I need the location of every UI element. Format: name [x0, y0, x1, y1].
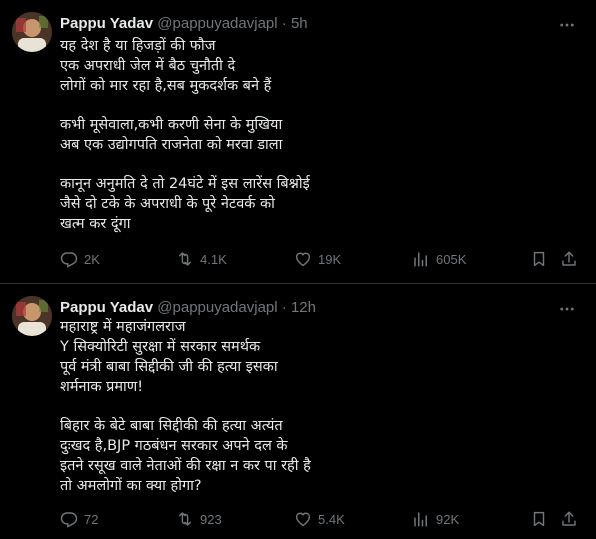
- tweet-header: Pappu Yadav @pappuyadavjapl · 12h: [60, 298, 556, 318]
- view-count: 605K: [436, 251, 467, 267]
- like-button[interactable]: 5.4K: [294, 508, 345, 530]
- tweet-text-line: कभी मूसेवाला,कभी करणी सेना के मुखिया: [60, 117, 283, 133]
- heart-icon: [295, 252, 311, 267]
- separator-dot: ·: [281, 299, 287, 316]
- tweet-text-line: महाराष्ट्र में महाजंगलराज: [60, 319, 186, 335]
- share-button[interactable]: [560, 248, 578, 270]
- author-name[interactable]: Pappu Yadav: [60, 15, 153, 32]
- avatar[interactable]: [12, 296, 52, 336]
- separator-dot: ·: [281, 15, 287, 32]
- heart-icon: [295, 512, 311, 527]
- tweet-text-line: पूर्व मंत्री बाबा सिद्दीकी जी की हत्या इ…: [60, 359, 278, 375]
- more-button[interactable]: [556, 298, 578, 320]
- avatar-image: [12, 12, 52, 52]
- view-count: 92K: [436, 511, 460, 527]
- tweet-text-line: यह देश है या हिजड़ों की फौज: [60, 38, 216, 54]
- repost-button[interactable]: 4.1K: [176, 248, 227, 270]
- tweet-text: महाराष्ट्र में महाजंगलराज Y सिक्योरिटी सु…: [60, 317, 360, 496]
- views-icon: [414, 512, 427, 527]
- tweet-text-line: इतने रसूख वाले नेताओं की रक्षा न कर पा र…: [60, 458, 311, 474]
- share-icon: [562, 251, 576, 266]
- reply-icon: [60, 512, 78, 528]
- tweet-text-line: खत्म कर दूंगा: [60, 216, 131, 232]
- like-button[interactable]: 19K: [294, 248, 341, 270]
- bookmark-icon: [533, 511, 545, 527]
- author-name[interactable]: Pappu Yadav: [60, 299, 153, 316]
- timestamp[interactable]: 12h: [291, 299, 316, 316]
- like-count: 19K: [318, 251, 342, 267]
- reply-button[interactable]: 2K: [60, 248, 100, 270]
- reply-count: 72: [84, 511, 99, 527]
- tweet-text-line: Y सिक्योरिटी सुरक्षा में सरकार समर्थक: [60, 339, 261, 355]
- share-icon: [562, 511, 576, 526]
- tweet-text-line: कानून अनुमति दे तो 24घंटे में इस लारेंस …: [60, 176, 310, 192]
- reply-icon: [60, 252, 78, 268]
- tweet-text-line: शर्मनाक प्रमाण!: [60, 379, 144, 395]
- tweet-text-line: जैसे दो टके के अपराधी के पूरे नेटवर्क को: [60, 196, 275, 212]
- tweet-text-line: दुःखद है,BJP गठबंधन सरकार अपने दल के: [60, 438, 288, 454]
- avatar[interactable]: [12, 12, 52, 52]
- action-bar: 2K 4.1K 19K 605K: [60, 248, 578, 272]
- repost-icon: [179, 252, 191, 266]
- repost-count: 4.1K: [200, 251, 227, 267]
- tweet-text-line: अब एक उद्योगपति राजनेता को मरवा डाला: [60, 137, 283, 153]
- more-button[interactable]: [556, 14, 578, 36]
- bookmark-button[interactable]: [530, 248, 548, 270]
- bookmark-button[interactable]: [530, 508, 548, 530]
- more-icon: [560, 23, 574, 27]
- views-icon: [414, 252, 427, 267]
- reply-button[interactable]: 72: [60, 508, 98, 530]
- avatar-image: [12, 296, 52, 336]
- repost-icon: [179, 512, 191, 526]
- reply-count: 2K: [84, 251, 100, 267]
- tweet-header: Pappu Yadav @pappuyadavjapl · 5h: [60, 14, 556, 34]
- like-count: 5.4K: [318, 511, 345, 527]
- author-handle[interactable]: @pappuyadavjapl: [157, 15, 277, 32]
- tweet[interactable]: Pappu Yadav @pappuyadavjapl · 12h महाराष…: [0, 284, 596, 539]
- timestamp[interactable]: 5h: [291, 15, 308, 32]
- tweet[interactable]: Pappu Yadav @pappuyadavjapl · 5h यह देश …: [0, 0, 596, 284]
- views-button[interactable]: 92K: [412, 508, 459, 530]
- more-icon: [560, 307, 574, 311]
- repost-count: 923: [200, 511, 222, 527]
- tweet-text-line: बिहार के बेटे बाबा सिद्दीकी की हत्या अत्…: [60, 418, 283, 434]
- views-button[interactable]: 605K: [412, 248, 466, 270]
- tweet-text: यह देश है या हिजड़ों की फौज एक अपराधी जेल…: [60, 36, 360, 234]
- author-handle[interactable]: @pappuyadavjapl: [157, 299, 277, 316]
- bookmark-icon: [533, 251, 545, 267]
- tweet-text-line: लोगों को मार रहा है,सब मुकदर्शक बने हैं: [60, 78, 272, 94]
- tweet-text-line: एक अपराधी जेल में बैठ चुनौती दे: [60, 58, 236, 74]
- share-button[interactable]: [560, 508, 578, 530]
- tweet-text-line: तो अमलोगों का क्या होगा?: [60, 478, 202, 494]
- action-bar: 72 923 5.4K 92K: [60, 508, 578, 532]
- repost-button[interactable]: 923: [176, 508, 222, 530]
